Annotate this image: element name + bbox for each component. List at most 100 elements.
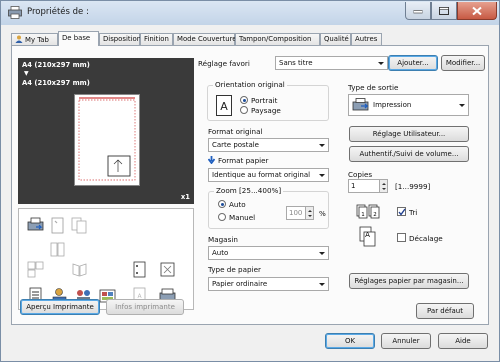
finisher-icon[interactable] — [159, 261, 176, 278]
punch-icon[interactable] — [131, 261, 148, 278]
annuler-button[interactable]: Annuler — [381, 333, 431, 349]
reglage-utilisateur-button[interactable]: Réglage Utilisateur... — [349, 126, 469, 142]
zoom-manuel-label: Manuel — [229, 213, 256, 222]
close-icon — [472, 6, 482, 15]
arrow-down-icon: ▼ — [24, 70, 29, 77]
zoom-manuel-radio[interactable] — [218, 213, 226, 221]
collate-icon: 1 2 — [356, 204, 380, 219]
tab-finition-label: Finition — [144, 35, 169, 43]
type-papier-select[interactable]: Papier ordinaire — [208, 277, 329, 291]
type-papier-label: Type de papier — [208, 265, 261, 274]
magasin-value: Auto — [212, 249, 229, 257]
de-base-panel: A4 (210x297 mm) ▼ A4 (210x297 mm) x1 A A… — [11, 45, 489, 325]
layout-icon[interactable] — [27, 261, 44, 278]
portrait-radio[interactable] — [240, 96, 248, 104]
reglage-favori-label: Réglage favori — [198, 59, 250, 68]
window-title: Propriétés de : — [27, 7, 89, 17]
minimize-button[interactable] — [405, 2, 431, 20]
spin-down-icon — [308, 215, 312, 217]
tab-mode-couverture[interactable]: Mode Couverture — [173, 33, 237, 45]
reglages-papier-magasin-button[interactable]: Réglages papier par magasin... — [349, 273, 469, 289]
svg-text:1: 1 — [361, 212, 365, 218]
format-papier-value: Identique au format original — [212, 171, 311, 179]
svg-text:A: A — [365, 231, 370, 239]
format-original-label: Format original — [208, 127, 263, 136]
ajouter-label: Ajouter... — [397, 59, 429, 67]
paysage-radio[interactable] — [240, 106, 248, 114]
decalage-checkbox[interactable] — [397, 233, 406, 242]
page-preview-icon — [74, 94, 140, 186]
tab-qualite-label: Qualité — [324, 35, 349, 43]
magasin-label: Magasin — [208, 235, 238, 244]
zoom-legend: Zoom [25...400%] — [214, 186, 284, 195]
par-defaut-button[interactable]: Par défaut — [416, 303, 474, 319]
maximize-button[interactable] — [431, 2, 457, 20]
zoom-group: Zoom [25...400%] Auto Manuel 100 % — [208, 186, 329, 229]
arrow-down-blue-icon — [208, 156, 215, 164]
ok-button[interactable]: OK — [325, 333, 375, 349]
magasin-select[interactable]: Auto — [208, 246, 329, 260]
spin-down-icon — [382, 188, 386, 190]
zoom-auto-radio[interactable] — [218, 200, 226, 208]
checkmark-icon — [398, 208, 406, 216]
format-papier-label: Format papier — [218, 156, 269, 165]
settings-icon-grid: A — [18, 208, 194, 310]
ajouter-button[interactable]: Ajouter... — [388, 55, 438, 71]
tab-disposition-label: Disposition — [103, 35, 142, 43]
modifier-button[interactable]: Modifier... — [441, 55, 485, 71]
zoom-auto-label: Auto — [229, 200, 246, 209]
type-sortie-select[interactable]: Impression — [348, 94, 469, 116]
tab-de-base[interactable]: De base — [58, 31, 99, 46]
apercu-imprimante-button[interactable]: Aperçu Imprimante — [20, 299, 100, 315]
tab-tampon-composition-label: Tampon/Composition — [239, 35, 312, 43]
properties-dialog: Propriétés de : My Tab De base Dispositi… — [0, 0, 500, 362]
infos-imprimante-button[interactable]: Infos imprimante — [106, 299, 184, 315]
authentif-suivi-button[interactable]: Authentif./Suivi de volume... — [349, 146, 469, 162]
print-preview: A4 (210x297 mm) ▼ A4 (210x297 mm) x1 — [18, 58, 194, 204]
booklet-icon[interactable] — [71, 261, 88, 278]
tab-autres-label: Autres — [355, 35, 378, 43]
tab-qualite[interactable]: Qualité — [320, 33, 351, 45]
copies-badge: x1 — [180, 193, 190, 201]
aide-button[interactable]: Aide — [438, 333, 488, 349]
preview-paper-original: A4 (210x297 mm) — [22, 61, 90, 69]
person-icon — [15, 35, 23, 43]
duplex-icon[interactable] — [49, 241, 66, 258]
close-button[interactable] — [457, 2, 497, 20]
zoom-spinner[interactable] — [305, 206, 314, 220]
type-papier-value: Papier ordinaire — [212, 280, 268, 288]
format-papier-select[interactable]: Identique au format original — [208, 168, 329, 182]
tab-mode-couverture-label: Mode Couverture — [177, 35, 237, 43]
tab-finition[interactable]: Finition — [140, 33, 173, 45]
copies-input[interactable]: 1 — [348, 179, 380, 193]
copies-spinner[interactable] — [379, 179, 388, 193]
tab-my-tab-label: My Tab — [25, 36, 49, 44]
format-original-value: Carte postale — [212, 141, 259, 149]
format-original-select[interactable]: Carte postale — [208, 138, 329, 152]
zoom-unit: % — [319, 209, 326, 218]
type-sortie-value: Impression — [373, 101, 412, 109]
svg-text:A: A — [220, 100, 228, 113]
portrait-page-icon: A — [216, 95, 232, 116]
tab-tampon-composition[interactable]: Tampon/Composition — [235, 33, 320, 45]
reglage-favori-select[interactable]: Sans titre — [275, 56, 388, 70]
tri-checkbox[interactable] — [397, 207, 406, 216]
copies-range: [1...9999] — [395, 182, 431, 191]
modifier-label: Modifier... — [445, 59, 481, 67]
printer-icon — [8, 6, 22, 19]
printer-output-icon[interactable] — [27, 217, 44, 234]
zoom-value-input[interactable]: 100 — [286, 206, 306, 220]
staple-icon[interactable] — [49, 217, 66, 234]
orientation-legend: Orientation original — [213, 80, 287, 89]
tab-disposition[interactable]: Disposition — [99, 33, 142, 45]
tri-label: Tri — [409, 208, 418, 217]
decalage-label: Décalage — [409, 234, 443, 243]
chevron-down-icon — [319, 174, 325, 177]
chevron-down-icon — [319, 283, 325, 286]
tab-my-tab[interactable]: My Tab — [11, 33, 58, 45]
multiple-pages-icon[interactable] — [71, 217, 88, 234]
type-sortie-label: Type de sortie — [348, 83, 399, 92]
tab-autres[interactable]: Autres — [351, 33, 382, 45]
preview-paper-output: A4 (210x297 mm) — [22, 79, 90, 87]
reglage-favori-value: Sans titre — [279, 59, 313, 67]
